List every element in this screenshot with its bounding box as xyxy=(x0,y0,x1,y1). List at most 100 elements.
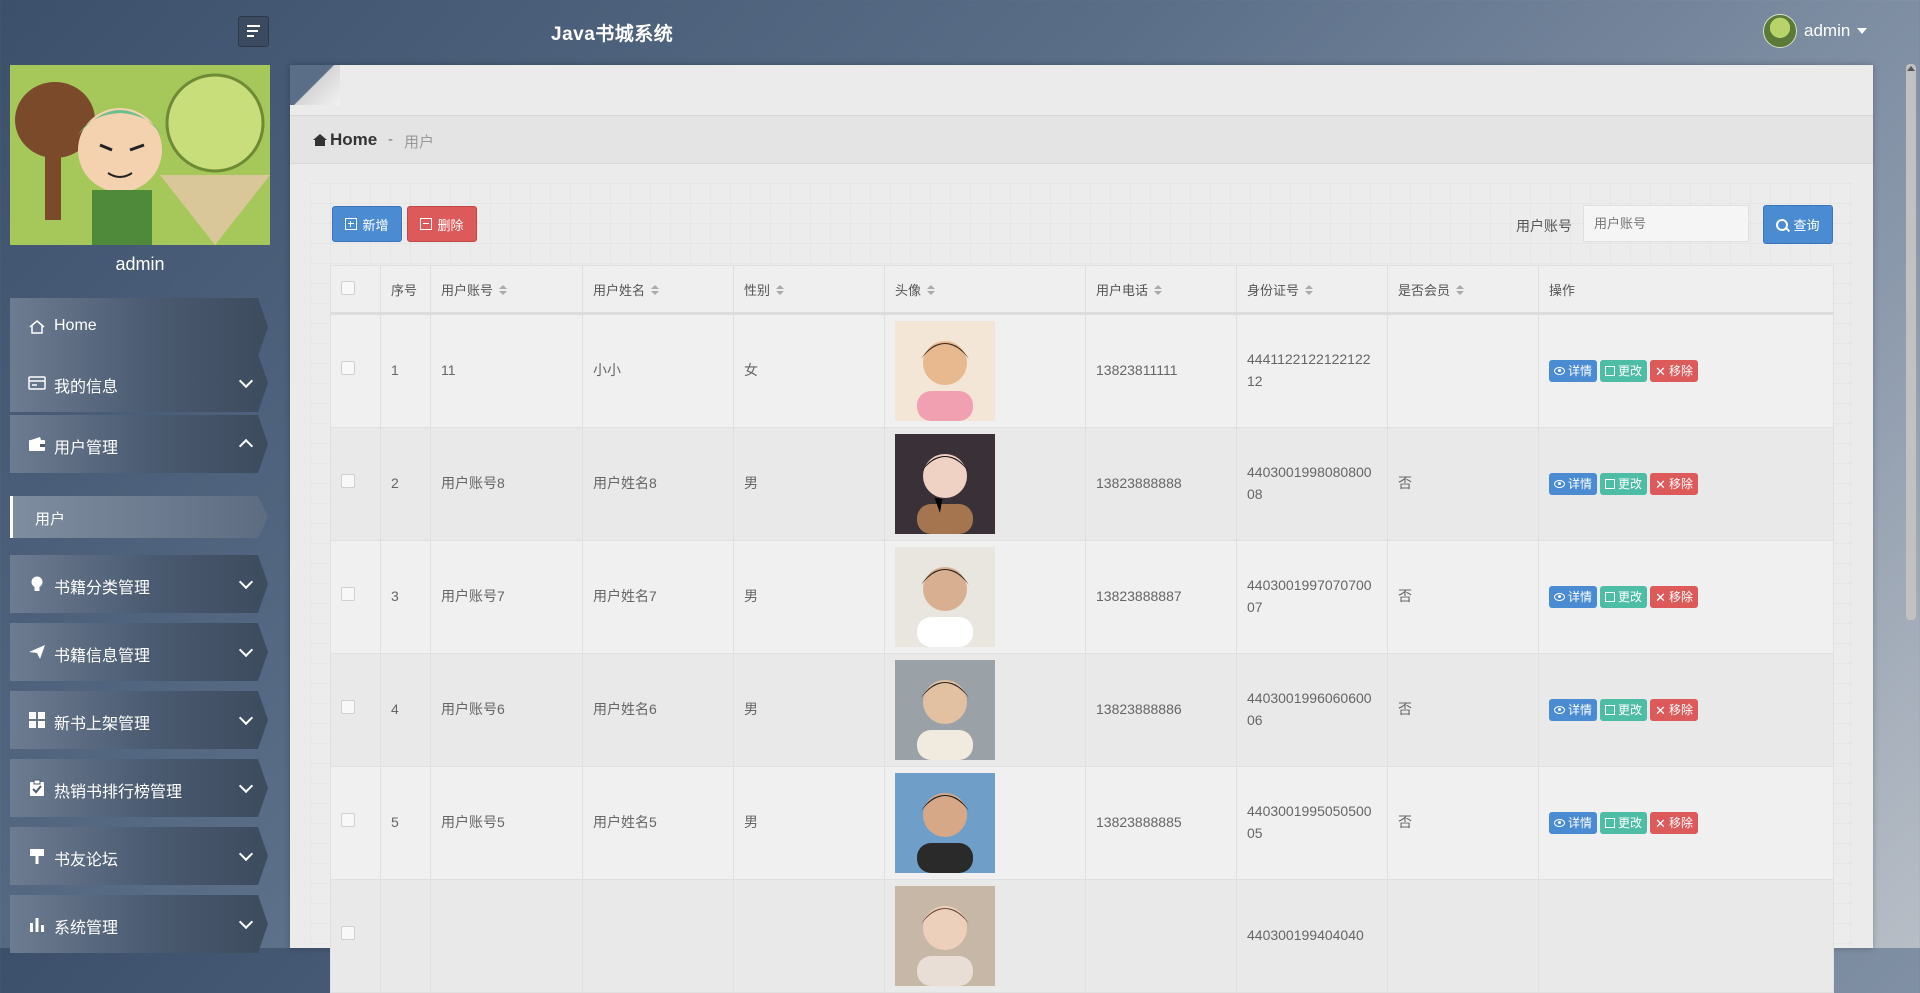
column-header[interactable]: 身份证号 xyxy=(1236,265,1388,315)
cell-gender: 男 xyxy=(733,653,885,767)
cell-gender: 女 xyxy=(733,313,885,428)
sort-icon[interactable] xyxy=(1154,284,1163,296)
caret-down-icon xyxy=(1857,28,1868,34)
select-all-checkbox[interactable] xyxy=(341,280,355,295)
cell-account: 用户账号5 xyxy=(430,766,583,880)
sort-icon[interactable] xyxy=(1305,284,1314,296)
query-button[interactable]: 查询 xyxy=(1763,205,1833,244)
delete-button[interactable]: 删除 xyxy=(407,206,477,242)
sidebar-item-system[interactable]: 系统管理 xyxy=(10,895,268,953)
remove-button[interactable]: ✕ 移除 xyxy=(1650,586,1698,608)
sidebar-item-label: 书籍信息管理 xyxy=(54,648,151,665)
remove-button[interactable]: ✕ 移除 xyxy=(1650,360,1698,382)
card-icon xyxy=(28,376,46,390)
edit-button[interactable]: 更改 xyxy=(1600,473,1648,495)
table-body: 1 11 小小女 13823811111 444112212212212212 详情 更改 ✕… xyxy=(330,313,1834,993)
detail-button[interactable]: 详情 xyxy=(1549,699,1598,721)
table-panel: 新增 删除 用户账号 查询 序号 用户账号 用户姓名 性别 xyxy=(310,183,1852,993)
avatar-image xyxy=(895,321,995,421)
column-header: 序号 xyxy=(380,265,431,315)
edit-icon xyxy=(1605,366,1616,376)
profile-image xyxy=(10,65,270,245)
scroll-up-icon[interactable] xyxy=(1907,66,1915,71)
user-name: admin xyxy=(1804,21,1851,40)
remove-button[interactable]: ✕ 移除 xyxy=(1650,812,1698,834)
sidebar-subitem-users[interactable]: 用户 xyxy=(10,496,268,538)
page-scrollbar[interactable] xyxy=(1906,64,1916,620)
bar-chart-icon xyxy=(30,918,44,932)
breadcrumb-home[interactable]: Home xyxy=(313,130,377,150)
detail-button[interactable]: 详情 xyxy=(1549,586,1598,608)
cell-actions: 详情 更改 ✕ 移除 xyxy=(1538,427,1834,541)
column-header: 操作 xyxy=(1538,265,1834,315)
sort-icon[interactable] xyxy=(776,284,785,296)
search-input[interactable] xyxy=(1583,205,1749,242)
sidebar-item-home[interactable]: Home xyxy=(10,298,268,356)
sort-icon[interactable] xyxy=(499,284,508,296)
signpost-icon xyxy=(30,849,44,864)
sidebar-item-user-management[interactable]: 用户管理 xyxy=(10,415,268,473)
clipboard-check-icon xyxy=(30,779,44,796)
cell-gender: 男 xyxy=(733,540,885,654)
column-header[interactable]: 用户姓名 xyxy=(582,265,734,315)
edit-button[interactable]: 更改 xyxy=(1600,360,1648,382)
column-header[interactable]: 头像 xyxy=(884,265,1086,315)
edit-button[interactable]: 更改 xyxy=(1600,699,1648,721)
user-menu[interactable]: admin xyxy=(1763,14,1868,48)
remove-button[interactable]: ✕ 移除 xyxy=(1650,473,1698,495)
detail-button[interactable]: 详情 xyxy=(1549,473,1598,495)
remove-button[interactable]: ✕ 移除 xyxy=(1650,699,1698,721)
column-header[interactable]: 是否会员 xyxy=(1387,265,1539,315)
cell-avatar xyxy=(884,766,1086,880)
row-checkbox[interactable] xyxy=(341,813,355,828)
cell-name: 用户姓名7 xyxy=(582,540,734,654)
cell-id-number: 440300199606060006 xyxy=(1236,653,1388,767)
sidebar-item-my-info[interactable]: 我的信息 xyxy=(10,354,268,412)
user-table: 序号 用户账号 用户姓名 性别 头像 用户电话 身份证号 是否会员 操作 1 11… xyxy=(330,265,1834,993)
cell-id-number: 440300199505050005 xyxy=(1236,766,1388,880)
cell-id-number: 440300199707070007 xyxy=(1236,540,1388,654)
detail-button[interactable]: 详情 xyxy=(1549,812,1598,834)
avatar-image xyxy=(895,886,995,986)
row-select-cell xyxy=(330,766,381,880)
column-header[interactable]: 用户账号 xyxy=(430,265,583,315)
sidebar-item-bestsellers[interactable]: 热销书排行榜管理 xyxy=(10,759,268,817)
sort-icon[interactable] xyxy=(1456,284,1465,296)
row-select-cell xyxy=(330,427,381,541)
edit-button[interactable]: 更改 xyxy=(1600,586,1648,608)
row-select-cell xyxy=(330,540,381,654)
user-avatar xyxy=(1763,14,1797,48)
row-checkbox[interactable] xyxy=(341,700,355,715)
cell-phone: 13823888886 xyxy=(1085,653,1237,767)
eye-icon xyxy=(1554,819,1565,827)
paper-plane-icon xyxy=(29,645,45,659)
table-row: 5 用户账号5 用户姓名5 男 13823888885 44030019950505000… xyxy=(330,766,1834,880)
breadcrumb-home-label: Home xyxy=(330,130,378,149)
cell-actions xyxy=(1538,879,1834,993)
cell-gender xyxy=(733,879,885,993)
edit-button[interactable]: 更改 xyxy=(1600,812,1648,834)
detail-button[interactable]: 详情 xyxy=(1549,360,1598,382)
close-icon: ✕ xyxy=(1655,363,1666,379)
table-row: 2 用户账号8 用户姓名8 男 13823888888 44030019980808000… xyxy=(330,427,1834,541)
row-checkbox[interactable] xyxy=(341,926,355,941)
cell-avatar xyxy=(884,313,1086,428)
cell-phone xyxy=(1085,879,1237,993)
row-checkbox[interactable] xyxy=(341,361,355,376)
sidebar-item-book-category[interactable]: 书籍分类管理 xyxy=(10,555,268,613)
menu-toggle-button[interactable] xyxy=(238,16,269,47)
sort-icon[interactable] xyxy=(651,284,660,296)
add-button[interactable]: 新增 xyxy=(332,206,402,242)
sidebar-item-forum[interactable]: 书友论坛 xyxy=(10,827,268,885)
row-checkbox[interactable] xyxy=(341,587,355,602)
cell-avatar xyxy=(884,653,1086,767)
sidebar-item-label: 系统管理 xyxy=(54,920,119,937)
sort-icon[interactable] xyxy=(927,284,936,296)
column-header[interactable]: 性别 xyxy=(733,265,885,315)
sidebar-item-book-info[interactable]: 书籍信息管理 xyxy=(10,623,268,681)
chevron-down-icon xyxy=(238,846,254,862)
column-header[interactable]: 用户电话 xyxy=(1085,265,1237,315)
avatar-image xyxy=(895,773,995,873)
row-checkbox[interactable] xyxy=(341,474,355,489)
sidebar-item-new-books[interactable]: 新书上架管理 xyxy=(10,691,268,749)
